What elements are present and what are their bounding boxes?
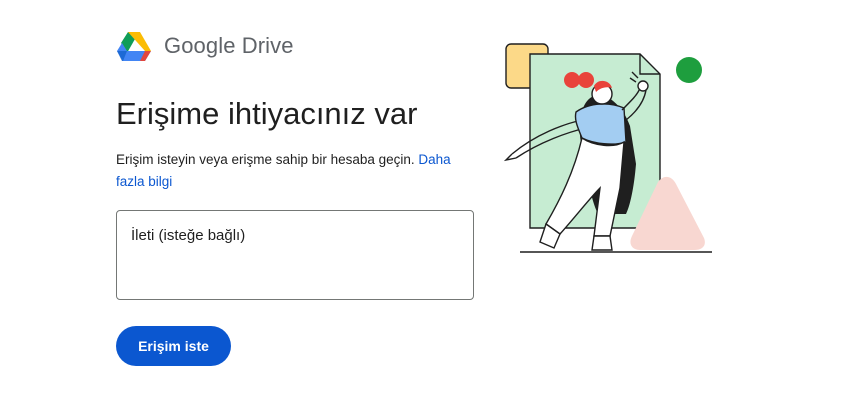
brand-header: Google Drive <box>116 28 294 64</box>
request-access-button[interactable]: Erişim iste <box>116 326 231 366</box>
access-request-page: Google Drive Erişime ihtiyacınız var Eri… <box>0 0 860 408</box>
description: Erişim isteyin veya erişme sahip bir hes… <box>116 149 476 193</box>
message-field-container <box>116 210 474 300</box>
google-drive-logo-icon <box>117 32 151 61</box>
message-input[interactable] <box>117 211 473 299</box>
access-request-illustration-icon <box>503 43 712 253</box>
page-title: Erişime ihtiyacınız var <box>116 96 418 131</box>
description-text: Erişim isteyin veya erişme sahip bir hes… <box>116 152 415 167</box>
product-name: Google Drive <box>164 33 294 58</box>
